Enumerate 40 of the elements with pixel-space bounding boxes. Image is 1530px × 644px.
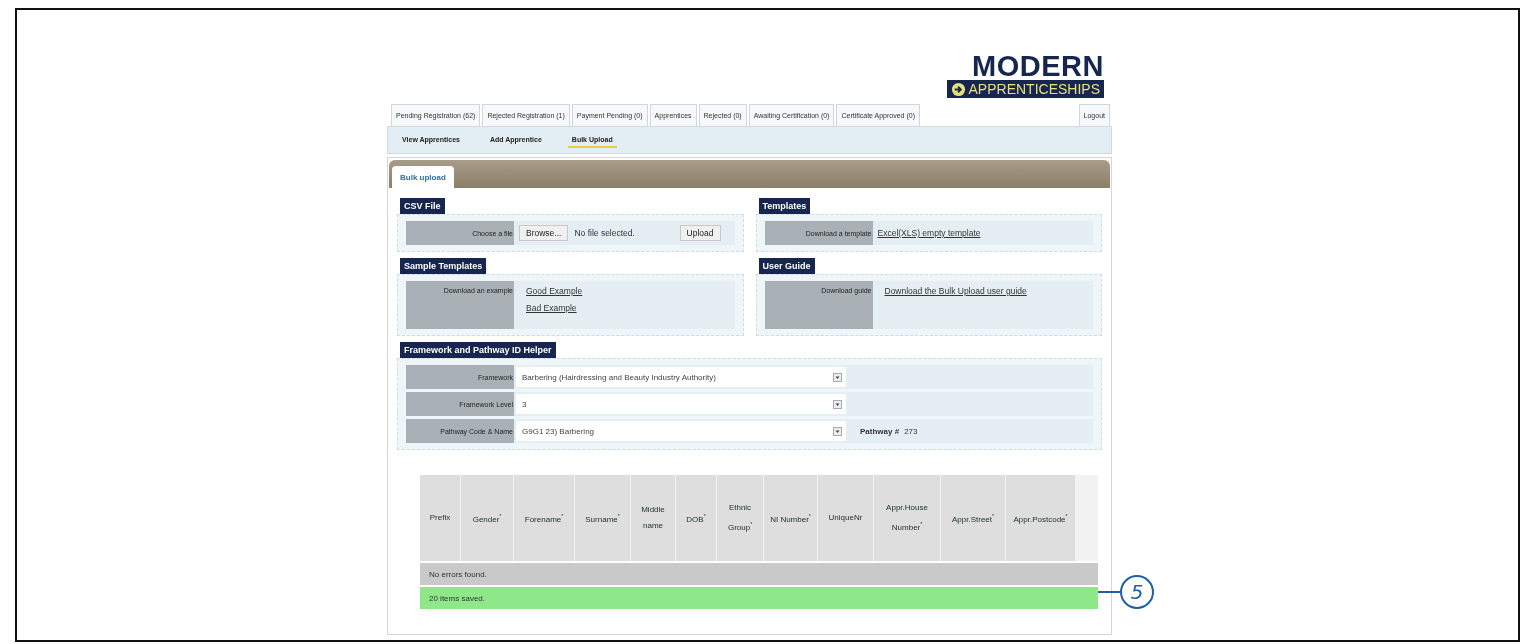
column-header: Appr.Street$^{*}$ — [941, 475, 1005, 561]
dropdown-icon — [833, 372, 842, 382]
column-header: Middle name — [631, 475, 675, 561]
section-title: Framework and Pathway ID Helper — [400, 342, 556, 358]
column-header: Forename$^{*}$ — [514, 475, 574, 561]
column-header: NI Number$^{*}$ — [764, 475, 817, 561]
callout-circle — [1120, 575, 1154, 609]
select-field[interactable]: Barbering (Hairdressing and Beauty Industry Authority) — [516, 367, 846, 387]
download-link[interactable]: Excel(XLS) empty template — [877, 228, 981, 238]
dropdown-icon — [833, 399, 842, 409]
section-title: CSV File — [400, 198, 445, 214]
upload-button[interactable]: Upload — [679, 225, 721, 241]
logo-subtitle: APPRENTICESHIPS — [968, 81, 1100, 97]
file-status: No file selected. — [574, 228, 635, 238]
column-header: Surname$^{*}$ — [575, 475, 630, 561]
pathway-label: Pathway # — [860, 426, 900, 436]
select-field[interactable]: G9G1 23) Barbering — [516, 421, 846, 441]
column-header: Appr.Postcode$^{*}$ — [1006, 475, 1075, 561]
column-header: Ethnic Group$^{*}$ — [717, 475, 763, 561]
section-title: User Guide — [758, 258, 815, 274]
download-link[interactable]: Bad Example — [526, 303, 577, 313]
column-header: Appr.House Number$^{*}$ — [874, 475, 940, 561]
panel-tab[interactable]: Bulk upload — [392, 166, 454, 188]
column-header: UniqueNr — [818, 475, 873, 561]
section-title: Templates — [758, 198, 811, 214]
status-message: 20 items saved. — [420, 587, 1098, 609]
download-link[interactable]: Download the Bulk Upload user guide — [884, 286, 1027, 296]
browse-button[interactable]: Browse... — [519, 225, 569, 241]
column-header: Prefix — [420, 475, 460, 561]
column-header: Gender$^{*}$ — [461, 475, 513, 561]
callout-number: 5 — [1130, 580, 1144, 604]
leader-line — [1098, 591, 1121, 593]
download-link[interactable]: Good Example — [526, 286, 583, 296]
section-title: Sample Templates — [400, 258, 487, 274]
pathway-number: 273 — [904, 426, 918, 436]
status-message: No errors found. — [420, 563, 1098, 585]
dropdown-icon — [833, 426, 842, 436]
logo-title: MODERN — [972, 53, 1104, 80]
select-field[interactable]: 3 — [516, 394, 846, 414]
column-header: DOB$^{*}$ — [676, 475, 716, 561]
